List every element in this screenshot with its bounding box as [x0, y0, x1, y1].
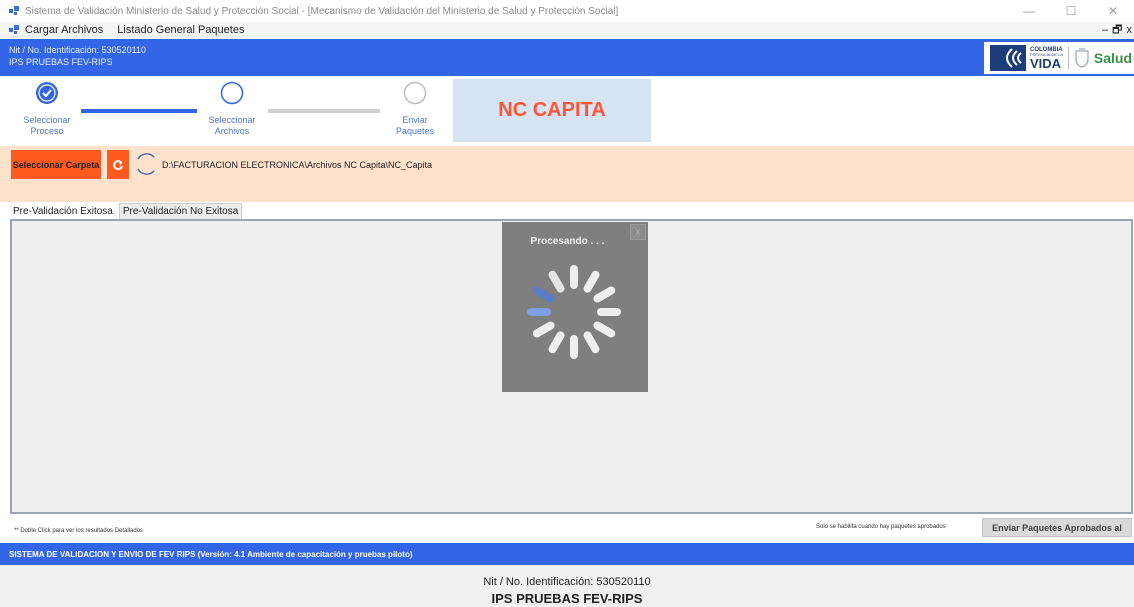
window-title: Sistema de Validación Ministerio de Salu…: [25, 5, 619, 17]
step-connector-pending: [268, 109, 380, 113]
window-titlebar: Sistema de Validación Ministerio de Salu…: [0, 0, 1134, 22]
process-name-box: NC CAPITA: [453, 79, 651, 142]
send-approved-packages-button[interactable]: Enviar Paquetes Aprobados al: [982, 518, 1132, 537]
menu-cargar-archivos[interactable]: Cargar Archivos: [25, 24, 103, 36]
step-label-line: Paquetes: [395, 126, 435, 136]
menu-bar: Cargar Archivos Listado General Paquetes…: [0, 22, 1134, 38]
logo-salud: Salud: [1093, 50, 1133, 66]
logo-text: COLOMBIA POTENCIA DE LA VIDA: [1030, 47, 1063, 70]
enable-note: Solo se habilita cuando hay paquetes apr…: [816, 524, 946, 530]
app-header: Nit / No. Identificación: 530520110 IPS …: [0, 39, 1134, 76]
mdi-minimize-button[interactable]: –: [1102, 24, 1108, 36]
step-seleccionar-archivos[interactable]: Seleccionar Archivos: [192, 115, 272, 137]
select-folder-button[interactable]: Seleccionar Carpeta: [11, 150, 101, 179]
results-tabs: Pre-Validación Exitosa Pre-Validación No…: [0, 203, 1134, 219]
colombia-salud-logo: COLOMBIA POTENCIA DE LA VIDA Salud: [984, 42, 1134, 74]
menu-listado-general[interactable]: Listado General Paquetes: [117, 24, 244, 36]
tab-pre-validacion-exitosa[interactable]: Pre-Validación Exitosa: [9, 203, 117, 219]
maximize-button[interactable]: ☐: [1050, 0, 1092, 22]
system-version-text: SISTEMA DE VALIDACION Y ENVIO DE FEV RIP…: [9, 549, 413, 559]
processing-dialog: Procesando . . . X: [502, 222, 648, 392]
minimize-button[interactable]: —: [1008, 0, 1050, 22]
coat-of-arms-icon: [1075, 48, 1089, 68]
step-connector-done: [81, 109, 197, 113]
step-enviar-paquetes[interactable]: Enviar Paquetes: [375, 115, 455, 137]
folder-path: D:\FACTURACION ELECTRONICA\Archivos NC C…: [162, 160, 433, 170]
logo-vida: VIDA: [1030, 55, 1062, 71]
system-footer-bar: SISTEMA DE VALIDACION Y ENVIO DE FEV RIP…: [0, 543, 1134, 565]
step-current-circle-icon: [220, 81, 244, 105]
refresh-icon: [113, 159, 123, 170]
logo-waves-icon: [990, 45, 1026, 71]
processing-spinner-icon: [527, 265, 621, 359]
step-seleccionar-proceso[interactable]: Seleccionar Proceso: [7, 115, 87, 137]
step-pending-circle-icon: [403, 81, 427, 105]
step-label-line: Archivos: [214, 126, 250, 136]
logo-divider: [1067, 47, 1069, 69]
footer-identity: Nit / No. Identificación: 530520110 IPS …: [0, 565, 1134, 607]
step-label-line: Proceso: [30, 126, 64, 136]
wizard-steps: Seleccionar Proceso Seleccionar Archivos…: [0, 76, 1134, 146]
mdi-controls: – 🗗 x: [1098, 22, 1132, 38]
header-ips-name: IPS PRUEBAS FEV-RIPS: [9, 57, 113, 67]
footer-nit: Nit / No. Identificación: 530520110: [483, 576, 651, 588]
footer-ips-name: IPS PRUEBAS FEV-RIPS: [491, 591, 643, 606]
folder-panel: Seleccionar Carpeta D:\FACTURACION ELECT…: [0, 146, 1134, 202]
mdi-app-icon[interactable]: [9, 25, 19, 35]
processing-close-button[interactable]: X: [630, 224, 646, 240]
results-footer: ** Doble Click para ver los resultados D…: [10, 514, 1133, 540]
step-label-line: Seleccionar: [23, 115, 71, 125]
process-name: NC CAPITA: [498, 99, 606, 121]
processing-title: Procesando . . .: [530, 236, 605, 247]
refresh-button[interactable]: [107, 150, 129, 179]
mdi-close-button[interactable]: x: [1127, 24, 1133, 36]
header-nit: Nit / No. Identificación: 530520110: [9, 45, 146, 55]
loading-spinner-icon: [137, 153, 155, 175]
step-done-check-icon: [36, 82, 58, 104]
app-icon: [9, 6, 19, 15]
step-label-line: Enviar: [402, 115, 428, 125]
step-label-line: Seleccionar: [208, 115, 256, 125]
window-controls: — ☐ ✕: [1008, 0, 1134, 22]
double-click-hint: ** Doble Click para ver los resultados D…: [14, 528, 144, 534]
mdi-restore-button[interactable]: 🗗: [1112, 21, 1122, 40]
close-window-button[interactable]: ✕: [1092, 0, 1134, 22]
tab-pre-validacion-no-exitosa[interactable]: Pre-Validación No Exitosa: [118, 203, 243, 219]
